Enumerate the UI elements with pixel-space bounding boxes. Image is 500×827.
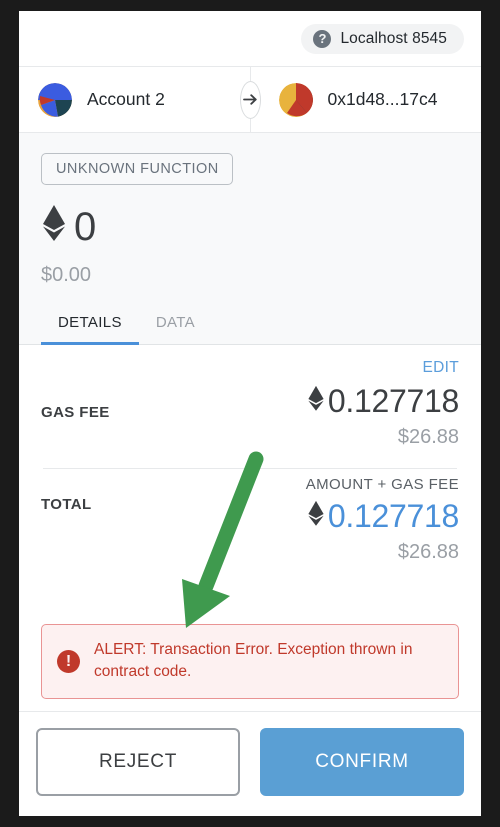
total-fiat: $26.88: [397, 541, 459, 563]
ethereum-icon: [307, 499, 325, 534]
sender-name: Account 2: [87, 89, 165, 109]
tab-details[interactable]: DETAILS: [41, 305, 139, 345]
arrow-right-icon: [240, 80, 261, 119]
gas-fee-amount: 0.127718: [327, 382, 459, 419]
recipient-address: 0x1d48...17c4: [327, 89, 438, 109]
tab-data[interactable]: DATA: [139, 305, 212, 345]
total-row: TOTAL AMOUNT + GAS FEE 0.127718 $26.88: [41, 469, 459, 564]
ethereum-icon: [307, 384, 325, 419]
metamask-confirm-window: ? Localhost 8545 Account 2 0x1d48...17c4…: [19, 11, 481, 816]
total-values: AMOUNT + GAS FEE 0.127718 $26.88: [305, 476, 460, 564]
edit-gas-button[interactable]: EDIT: [41, 345, 459, 377]
details-panel: EDIT GAS FEE 0.127718 $26.88 TOTAL AMOUN…: [19, 345, 481, 624]
total-crypto: 0.127718: [306, 499, 459, 534]
sender-avatar: [38, 82, 72, 117]
recipient-avatar: [278, 82, 313, 117]
error-exclamation-icon: !: [57, 649, 80, 673]
transaction-error-alert: ! ALERT: Transaction Error. Exception th…: [41, 624, 459, 699]
gas-fee-row: GAS FEE 0.127718 $26.88: [41, 377, 459, 449]
network-selector[interactable]: ? Localhost 8545: [301, 23, 464, 54]
total-amount: 0.127718: [327, 497, 459, 534]
network-name: Localhost 8545: [340, 29, 447, 47]
account-transfer-row: Account 2 0x1d48...17c4: [19, 67, 481, 133]
gas-fee-values: 0.127718 $26.88: [307, 384, 459, 449]
alert-container: ! ALERT: Transaction Error. Exception th…: [19, 624, 481, 699]
reject-button[interactable]: REJECT: [36, 728, 240, 796]
amount-fiat: $0.00: [41, 264, 92, 286]
gas-fee-crypto: 0.127718: [307, 384, 459, 419]
tab-bar: DETAILS DATA: [19, 305, 481, 345]
gas-fee-label: GAS FEE: [41, 404, 110, 421]
recipient-account[interactable]: 0x1d48...17c4: [241, 82, 482, 117]
total-label: TOTAL: [41, 496, 92, 513]
function-type-badge: UNKNOWN FUNCTION: [41, 153, 233, 185]
sender-account[interactable]: Account 2: [19, 82, 241, 117]
action-footer: REJECT CONFIRM: [19, 711, 481, 816]
network-bar: ? Localhost 8545: [19, 11, 481, 67]
gas-fee-fiat: $26.88: [397, 426, 459, 448]
amount-value: 0: [74, 204, 96, 249]
transaction-summary: UNKNOWN FUNCTION 0 $0.00: [19, 133, 481, 305]
transaction-amount: 0: [41, 203, 459, 250]
alert-message: ALERT: Transaction Error. Exception thro…: [94, 641, 413, 680]
total-sub-label: AMOUNT + GAS FEE: [305, 476, 459, 493]
question-circle-icon: ?: [313, 29, 332, 48]
transfer-divider: [240, 67, 261, 132]
ethereum-icon: [41, 203, 67, 250]
confirm-button[interactable]: CONFIRM: [260, 728, 464, 796]
